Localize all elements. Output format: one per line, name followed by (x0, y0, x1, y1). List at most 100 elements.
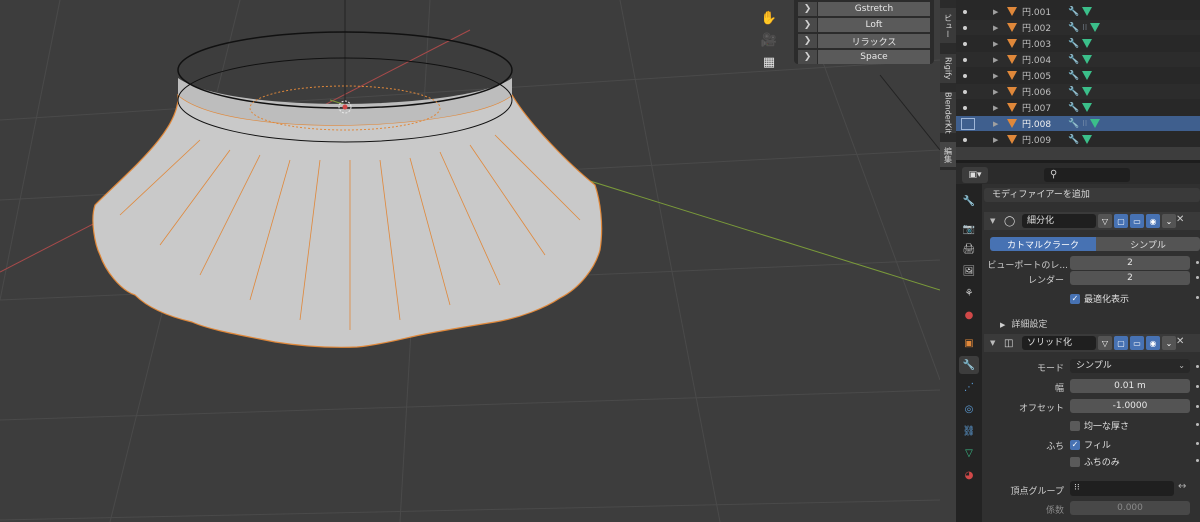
outliner-item-name[interactable]: 円.004 (1022, 53, 1051, 66)
modifier-icon[interactable]: 🔧 (959, 356, 979, 374)
outliner-row[interactable]: ▶ 円.002 🔧 ⁝⁝ (956, 20, 1200, 35)
render-icon[interactable]: 📷 (959, 220, 979, 238)
outliner-item-name[interactable]: 円.008 (1022, 117, 1051, 130)
mesh-data-icon[interactable] (1090, 23, 1101, 32)
viewport-display-icon[interactable]: ▭ (1130, 214, 1144, 228)
dropdown-chevron-icon[interactable]: ⌄ (1162, 214, 1176, 228)
expand-arrow-icon[interactable]: ▶ (993, 120, 998, 128)
mode-select[interactable]: シンプル ⌄ (1070, 359, 1190, 373)
mesh-data-icon[interactable] (1082, 39, 1093, 48)
tab-view[interactable]: ビュー (940, 8, 956, 44)
outliner-item-name[interactable]: 円.002 (1022, 21, 1051, 34)
3d-viewport[interactable]: ✋ 🎥 ▦ ❯ Gstretch ❯ Loft ❯ リラックス ❯ Space (0, 0, 940, 522)
visibility-dot-icon[interactable] (963, 73, 967, 78)
output-icon[interactable]: 🖨 (959, 240, 979, 258)
expand-arrow-icon[interactable]: ▶ (993, 88, 998, 96)
collapse-chevron-icon[interactable]: ▼ (990, 339, 995, 347)
tab-blenderkit[interactable]: BlenderKit (940, 92, 956, 134)
wrench-icon[interactable]: 🔧 (1068, 39, 1079, 49)
render-levels-field[interactable]: 2 (1070, 271, 1190, 285)
animate-dot-icon[interactable] (1196, 405, 1199, 408)
outliner-row[interactable]: ▶ 円.003 🔧 (956, 36, 1200, 51)
invert-vertex-group-icon[interactable]: ↔ (1178, 481, 1186, 492)
wrench-icon[interactable]: 🔧 (1068, 55, 1079, 65)
data-icon[interactable]: ▽ (959, 444, 979, 462)
wrench-icon[interactable]: 🔧 (1068, 135, 1079, 145)
relax-button[interactable]: リラックス (818, 34, 930, 48)
visibility-dot-icon[interactable] (963, 89, 967, 94)
expand-arrow-icon[interactable]: ▶ (993, 40, 998, 48)
wrench-icon[interactable]: 🔧 (1068, 71, 1079, 81)
chevron-right-icon[interactable]: ❯ (798, 34, 818, 48)
camera-icon[interactable]: 🎥 (758, 30, 780, 50)
remove-modifier-icon[interactable]: ✕ (1176, 214, 1184, 225)
mesh-data-icon[interactable] (1082, 87, 1093, 96)
on-cage-icon[interactable]: ▽ (1098, 336, 1112, 350)
outliner-item-name[interactable]: 円.001 (1022, 5, 1051, 18)
animate-dot-icon[interactable] (1196, 423, 1199, 426)
edit-mode-icon[interactable]: ▢ (1114, 336, 1128, 350)
material-icon[interactable]: ◕ (959, 466, 979, 484)
animate-dot-icon[interactable] (1196, 276, 1199, 279)
loft-button[interactable]: Loft (818, 18, 930, 32)
view-layer-icon[interactable]: 🖼 (959, 262, 979, 280)
checkbox-checked-icon[interactable]: ✓ (1070, 439, 1080, 450)
edit-mode-icon[interactable]: ▢ (1114, 214, 1128, 228)
outliner-row[interactable]: ▶ 円.001 🔧 (956, 4, 1200, 19)
outliner-item-name[interactable]: 円.007 (1022, 101, 1051, 114)
properties-search-input[interactable]: ⚲ (1044, 168, 1130, 182)
wrench-icon[interactable]: 🔧 (1068, 23, 1079, 33)
mesh-data-icon[interactable] (1082, 103, 1093, 112)
add-modifier-button[interactable]: モディファイアーを追加 (984, 188, 1200, 202)
visibility-dot-icon[interactable] (963, 25, 967, 30)
expand-arrow-icon[interactable]: ▶ (993, 8, 998, 16)
outliner-item-name[interactable]: 円.006 (1022, 85, 1051, 98)
dropdown-chevron-icon[interactable]: ⌄ (1162, 336, 1176, 350)
physics-icon[interactable]: ◎ (959, 400, 979, 418)
outliner-row[interactable]: ▶ 円.009 🔧 (956, 132, 1200, 147)
expand-arrow-icon[interactable]: ▶ (993, 104, 998, 112)
gstretch-button[interactable]: Gstretch (818, 2, 930, 16)
viewport-scene[interactable] (0, 0, 940, 522)
visibility-dot-icon[interactable] (963, 57, 967, 62)
visibility-dot-icon[interactable] (963, 105, 967, 110)
expand-arrow-icon[interactable]: ▶ (993, 56, 998, 64)
tab-catmull-clark[interactable]: カトマルクラーク (990, 237, 1096, 251)
fill-rim-checkbox[interactable]: ✓ フィル (1070, 438, 1111, 451)
rim-only-checkbox[interactable]: ふちのみ (1070, 455, 1120, 468)
outliner-row[interactable]: ▶ 円.004 🔧 (956, 52, 1200, 67)
thickness-field[interactable]: 0.01 m (1070, 379, 1190, 393)
collapse-chevron-icon[interactable]: ▼ (990, 217, 995, 225)
chevron-right-icon[interactable]: ❯ (798, 18, 818, 32)
mesh-data-icon[interactable] (1082, 55, 1093, 64)
wrench-icon[interactable]: 🔧 (1068, 119, 1079, 129)
visibility-dot-icon[interactable] (963, 9, 967, 14)
mesh-data-icon[interactable] (1082, 71, 1093, 80)
mesh-data-icon[interactable] (1082, 135, 1093, 144)
wrench-icon[interactable]: 🔧 (1068, 7, 1079, 17)
outliner-item-name[interactable]: 円.005 (1022, 69, 1051, 82)
outliner-row[interactable]: ▶ 円.007 🔧 (956, 100, 1200, 115)
checkbox-unchecked-icon[interactable] (1070, 420, 1080, 431)
outliner-item-name[interactable]: 円.003 (1022, 37, 1051, 50)
viewport-display-icon[interactable]: ▭ (1130, 336, 1144, 350)
vertex-group-icon[interactable]: ⁝⁝ (1082, 23, 1087, 32)
chevron-right-icon[interactable]: ❯ (798, 50, 818, 64)
optimal-display-checkbox[interactable]: ✓ 最適化表示 (1070, 292, 1129, 305)
modifier-name-field[interactable]: ソリッド化 (1022, 336, 1096, 350)
space-button[interactable]: Space (818, 50, 930, 64)
vertex-group-field[interactable]: ⁝⁝ (1070, 481, 1174, 496)
visibility-dot-icon[interactable] (963, 41, 967, 46)
animate-dot-icon[interactable] (1196, 385, 1199, 388)
object-icon[interactable]: ▣ (959, 334, 979, 352)
hand-pan-icon[interactable]: ✋ (758, 8, 780, 28)
mesh-data-icon[interactable] (1082, 7, 1093, 16)
wrench-icon[interactable]: 🔧 (1068, 103, 1079, 113)
mesh-data-icon[interactable] (1090, 119, 1101, 128)
checkbox-unchecked-icon[interactable] (1070, 456, 1080, 467)
animate-dot-icon[interactable] (1196, 365, 1199, 368)
viewport-levels-field[interactable]: 2 (1070, 256, 1190, 270)
particles-icon[interactable]: ⋰ (959, 378, 979, 396)
render-camera-icon[interactable]: ◉ (1146, 336, 1160, 350)
expand-arrow-icon[interactable]: ▶ (993, 24, 998, 32)
